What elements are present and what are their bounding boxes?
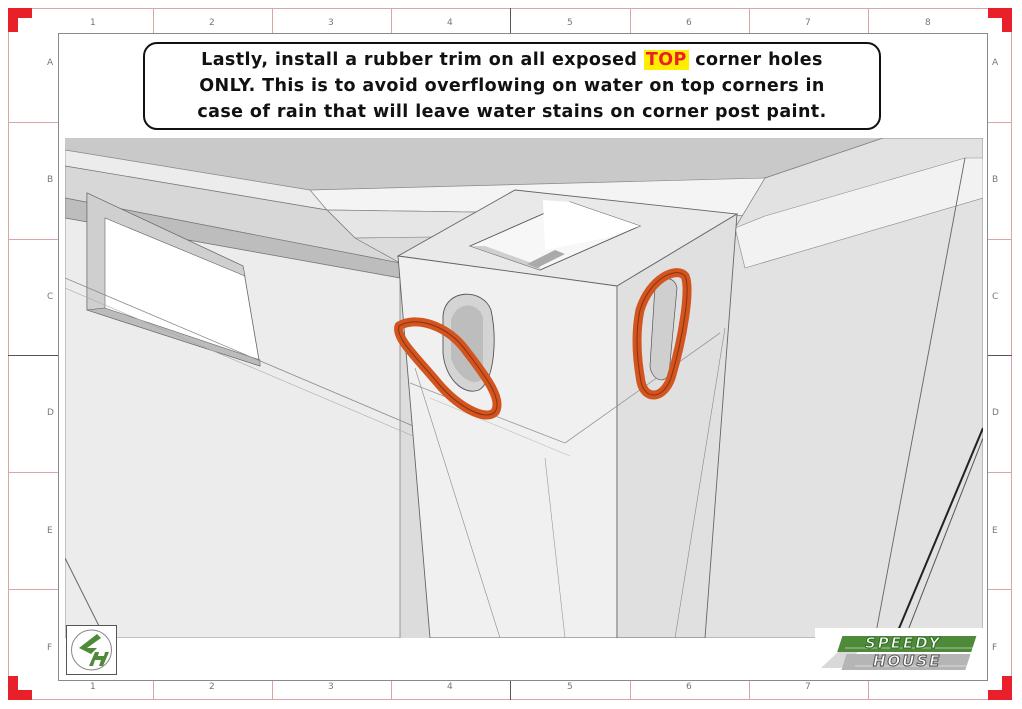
column-label: 1 [90, 682, 96, 692]
row-label: B [47, 175, 54, 185]
instruction-text: Lastly, install a rubber trim on all exp… [185, 47, 838, 125]
instruction-line3: case of rain that will leave water stain… [197, 102, 827, 122]
column-label: 8 [925, 18, 931, 28]
instruction-callout: Lastly, install a rubber trim on all exp… [143, 42, 881, 130]
corner-mark-top-right [988, 8, 1012, 32]
column-label: 4 [447, 682, 453, 692]
zone-tick [988, 589, 1012, 590]
zone-tick-center [988, 355, 1012, 356]
column-label: 5 [567, 682, 573, 692]
instruction-line1-after: corner holes [688, 50, 823, 70]
row-label: E [992, 526, 998, 536]
corner-mark-bottom-right [988, 676, 1012, 700]
zone-tick-center [510, 681, 511, 700]
top-highlight: TOP [643, 50, 689, 70]
zone-tick [630, 681, 631, 700]
speedy-house-logo-icon: SPEEDY HOUSE [815, 628, 987, 674]
zone-tick [868, 8, 869, 33]
zone-tick [749, 681, 750, 700]
column-label: 5 [567, 18, 573, 28]
column-label: 3 [328, 18, 334, 28]
zone-tick [868, 681, 869, 700]
zone-tick [391, 8, 392, 33]
column-label: 1 [90, 18, 96, 28]
zone-tick [8, 239, 58, 240]
row-label: D [47, 408, 54, 418]
sh-logo-graphic [71, 629, 112, 671]
column-label: 2 [209, 18, 215, 28]
zone-tick [272, 681, 273, 700]
speedy-wordmark: SPEEDY [864, 634, 942, 653]
column-label: 4 [447, 18, 453, 28]
zone-tick [272, 8, 273, 33]
zone-tick [391, 681, 392, 700]
zone-tick [630, 8, 631, 33]
zone-tick [988, 239, 1012, 240]
column-label: 6 [686, 682, 692, 692]
row-label: C [47, 292, 54, 302]
zone-tick [749, 8, 750, 33]
zone-tick [988, 472, 1012, 473]
row-label: A [992, 58, 999, 68]
row-label: C [992, 292, 999, 302]
column-label: 6 [686, 18, 692, 28]
corner-mark-top-left [8, 8, 32, 32]
row-label: E [47, 526, 53, 536]
zone-tick [153, 8, 154, 33]
instruction-line1-before: Lastly, install a rubber trim on all exp… [201, 50, 644, 70]
corner-mark-bottom-left [8, 676, 32, 700]
house-wordmark: HOUSE [873, 652, 942, 671]
zone-tick-center [510, 8, 511, 33]
row-label: F [992, 643, 998, 653]
column-label: 7 [805, 18, 811, 28]
zone-tick [8, 589, 58, 590]
row-label: F [47, 643, 53, 653]
corner-post-illustration [65, 138, 983, 638]
sh-monogram-icon [66, 625, 117, 675]
column-label: 2 [209, 682, 215, 692]
row-label: D [992, 408, 999, 418]
zone-tick [153, 681, 154, 700]
zone-tick [8, 122, 58, 123]
instruction-line2: ONLY. This is to avoid overflowing on wa… [199, 76, 825, 96]
zone-tick [8, 472, 58, 473]
row-label: B [992, 175, 999, 185]
row-label: A [47, 58, 54, 68]
column-label: 3 [328, 682, 334, 692]
zone-tick [988, 122, 1012, 123]
zone-tick-center [8, 355, 58, 356]
column-label: 7 [805, 682, 811, 692]
